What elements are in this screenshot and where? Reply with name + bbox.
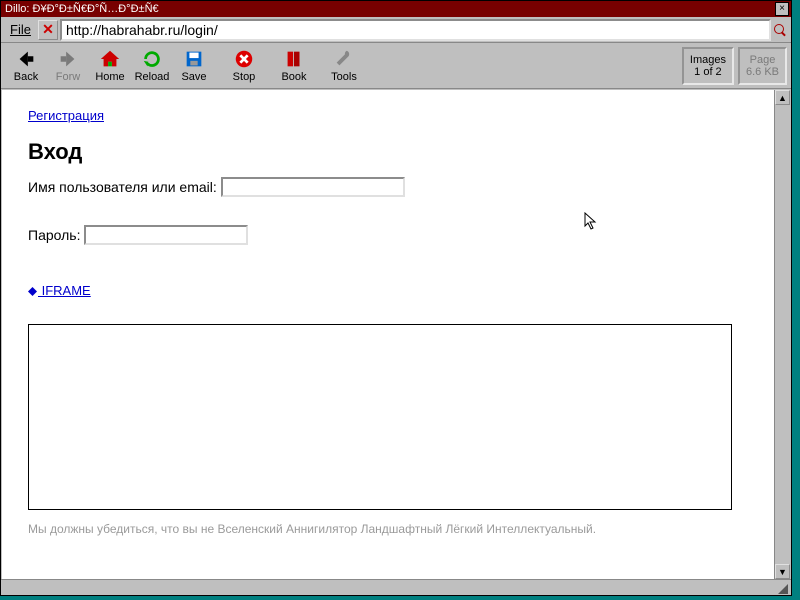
stop-button[interactable]: Stop (223, 45, 265, 87)
save-button[interactable]: Save (173, 45, 215, 87)
back-label: Back (14, 71, 38, 83)
reload-icon (141, 48, 163, 70)
password-label: Пароль: (28, 227, 80, 243)
content-area: Регистрация Вход Имя пользователя или em… (2, 90, 790, 579)
tools-button[interactable]: Tools (323, 45, 365, 87)
images-info-l1: Images (690, 54, 726, 66)
resize-handle[interactable] (775, 581, 789, 595)
reload-label: Reload (135, 71, 170, 83)
back-icon (15, 48, 37, 70)
forward-icon (57, 48, 79, 70)
iframe-placeholder (28, 324, 732, 510)
tools-icon (333, 48, 355, 70)
window-close-button[interactable]: × (775, 2, 789, 16)
url-input[interactable]: http://habrahabr.ru/login/ (60, 19, 771, 41)
bookmarks-button[interactable]: Book (273, 45, 315, 87)
vertical-scrollbar[interactable]: ▲ ▼ (774, 90, 790, 579)
reload-button[interactable]: Reload (131, 45, 173, 87)
tab-close-button[interactable]: ✕ (38, 20, 58, 40)
username-label: Имя пользователя или email: (28, 179, 217, 195)
page-body: Регистрация Вход Имя пользователя или em… (2, 90, 774, 579)
statusbar (1, 579, 791, 595)
book-label: Book (281, 71, 306, 83)
iframe-link[interactable]: IFRAME (38, 283, 91, 298)
home-icon (99, 48, 121, 70)
save-icon (183, 48, 205, 70)
page-heading: Вход (28, 139, 748, 165)
images-info-l2: 1 of 2 (690, 66, 726, 78)
bullet-icon (28, 287, 37, 296)
magnifier-icon (774, 24, 786, 36)
menubar: File ✕ http://habrahabr.ru/login/ (1, 17, 791, 43)
captcha-caption: Мы должны убедиться, что вы не Вселенски… (28, 522, 748, 536)
toolbar: Back Forw Home Reload Save Stop Book (1, 43, 791, 89)
page-info-l2: 6.6 KB (746, 66, 779, 78)
scroll-down-button[interactable]: ▼ (775, 564, 790, 579)
home-label: Home (95, 71, 124, 83)
search-button[interactable] (771, 19, 789, 41)
titlebar: Dillo: Ð¥Ð°Ð±Ñ€Ð°Ñ…Ð°Ð±Ñ€ × (1, 1, 791, 17)
save-label: Save (181, 71, 206, 83)
page-info: Page 6.6 KB (738, 47, 787, 85)
book-icon (283, 48, 305, 70)
username-input[interactable] (221, 177, 405, 197)
titlebar-text: Dillo: Ð¥Ð°Ð±Ñ€Ð°Ñ…Ð°Ð±Ñ€ (5, 3, 775, 15)
home-button[interactable]: Home (89, 45, 131, 87)
page-info-l1: Page (746, 54, 779, 66)
stop-label: Stop (233, 71, 256, 83)
register-link[interactable]: Регистрация (28, 108, 104, 123)
stop-icon (233, 48, 255, 70)
file-menu[interactable]: File (3, 19, 38, 40)
back-button[interactable]: Back (5, 45, 47, 87)
scroll-up-button[interactable]: ▲ (775, 90, 790, 105)
password-input[interactable] (84, 225, 248, 245)
tools-label: Tools (331, 71, 357, 83)
images-info[interactable]: Images 1 of 2 (682, 47, 734, 85)
forward-button[interactable]: Forw (47, 45, 89, 87)
forward-label: Forw (56, 71, 80, 83)
browser-window: Dillo: Ð¥Ð°Ð±Ñ€Ð°Ñ…Ð°Ð±Ñ€ × File ✕ http:… (0, 0, 792, 596)
